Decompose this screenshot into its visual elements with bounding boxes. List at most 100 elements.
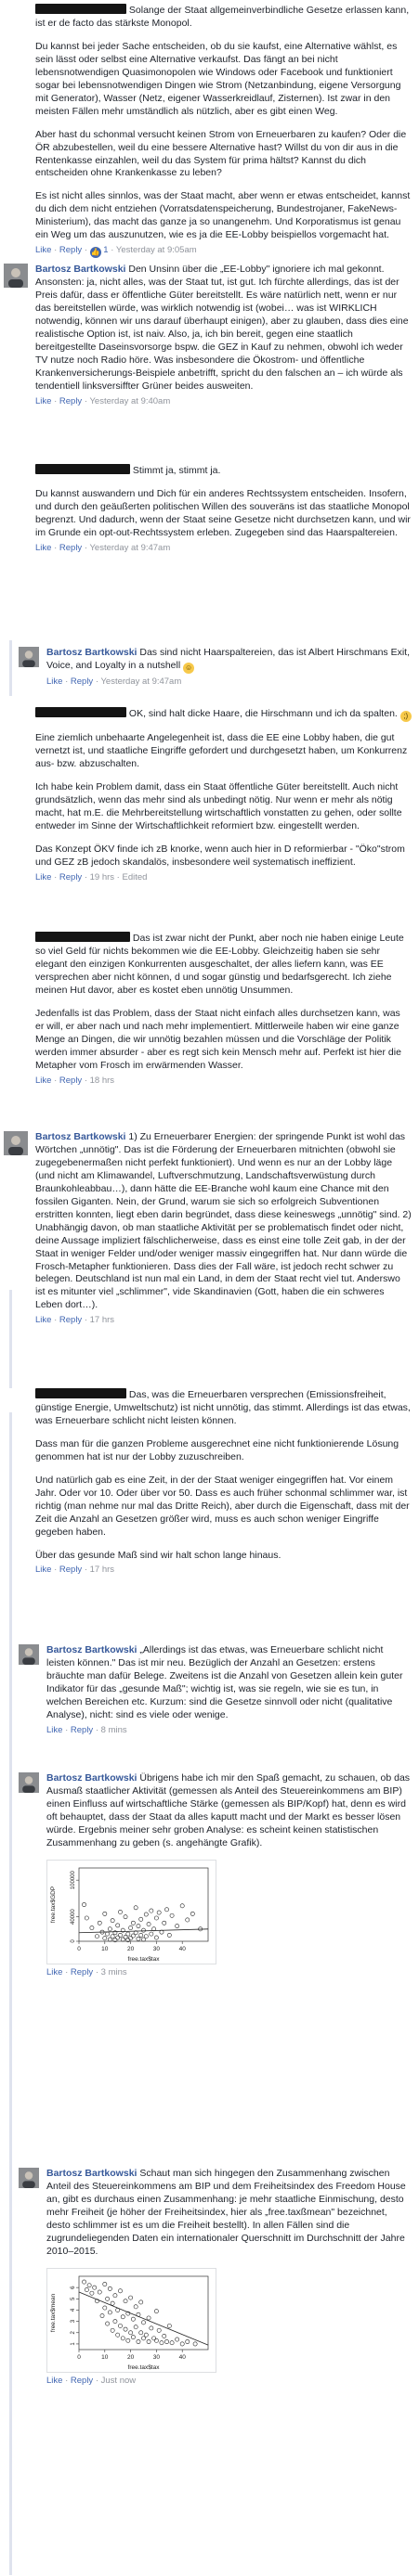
scatter-plot-freedom-vs-tax[interactable]: 0 10 20 30 40 1 2 3 4 5 6 free.tax$tax free.tax$mean <box>46 2267 216 2373</box>
data-point <box>179 2341 185 2346</box>
data-point <box>115 2332 121 2338</box>
author-name[interactable]: Bartosz Bartkowski <box>35 264 125 275</box>
reply-link[interactable]: Reply <box>59 872 82 882</box>
reply-link[interactable]: Reply <box>59 1315 82 1325</box>
trend-line <box>78 2291 209 2346</box>
author-name-redacted[interactable] <box>35 707 126 717</box>
y-tick-label: 6 <box>71 2285 76 2288</box>
like-count-icon[interactable]: 👍 <box>89 247 101 259</box>
y-tick-label: 40000 <box>71 1908 76 1924</box>
data-point <box>123 2326 128 2332</box>
data-point <box>164 2338 169 2344</box>
comment-actions: Like · Reply · Yesterday at 9:40am <box>35 395 171 406</box>
data-point <box>146 2338 151 2344</box>
timestamp[interactable]: Yesterday at 9:05am <box>116 245 197 255</box>
reply-link[interactable]: Reply <box>71 1725 93 1735</box>
comment-paragraph: Ich habe kein Problem damit, dass ein St… <box>35 780 402 831</box>
timestamp[interactable]: Yesterday at 9:47am <box>100 676 181 687</box>
reply-link[interactable]: Reply <box>71 676 93 687</box>
data-point <box>149 2325 154 2330</box>
data-point <box>138 1932 144 1938</box>
reply-link[interactable]: Reply <box>71 1967 93 1977</box>
comment-paragraph: Über das gesunde Maß sind wir halt schon… <box>35 1549 282 1561</box>
like-link[interactable]: Like <box>35 245 51 255</box>
data-point <box>123 2299 128 2303</box>
avatar-bartosz[interactable] <box>19 2168 39 2188</box>
avatar-bartosz[interactable] <box>4 1131 28 1155</box>
timestamp[interactable]: 3 mins <box>101 1967 127 1977</box>
data-point <box>192 2341 198 2346</box>
y-axis-label: free.tax$mean <box>50 2293 57 2332</box>
author-name-redacted[interactable] <box>35 932 130 942</box>
comment-reply: Bartosz Bartkowski Schaut man sich hinge… <box>15 2168 419 2387</box>
y-tick-label: 4 <box>71 2308 76 2312</box>
timestamp[interactable]: 19 hrs <box>90 872 114 882</box>
data-point <box>154 2308 159 2313</box>
comment-paragraph: Du kannst bei jeder Sache entscheiden, o… <box>35 40 401 117</box>
data-point <box>149 1931 154 1937</box>
avatar-bartosz[interactable] <box>4 264 28 288</box>
author-name-redacted[interactable] <box>35 1388 126 1398</box>
data-point <box>110 2300 115 2306</box>
author-name[interactable]: Bartosz Bartkowski <box>46 1644 137 1655</box>
data-point <box>169 2339 175 2345</box>
reply-link[interactable]: Reply <box>59 1565 82 1575</box>
x-tick-label: 0 <box>77 1946 81 1952</box>
like-link[interactable]: Like <box>46 1967 62 1977</box>
reply-link[interactable]: Reply <box>59 396 82 406</box>
data-point <box>166 1932 172 1938</box>
data-point <box>143 1934 149 1938</box>
comment-text: Stimmt ja, stimmt ja. <box>132 465 221 476</box>
comment: Das ist zwar nicht der Punkt, aber noch … <box>0 932 419 1087</box>
timestamp[interactable]: 17 hrs <box>90 1315 114 1325</box>
avatar-redacted[interactable] <box>4 4 28 28</box>
data-point <box>175 1923 180 1928</box>
reply-thread-line <box>9 640 12 696</box>
like-link[interactable]: Like <box>35 396 51 406</box>
like-link[interactable]: Like <box>35 872 51 882</box>
like-link[interactable]: Like <box>46 676 62 687</box>
avatar-bartosz[interactable] <box>19 1772 39 1793</box>
avatar-bartosz[interactable] <box>19 647 39 667</box>
data-point <box>185 2338 190 2344</box>
like-link[interactable]: Like <box>35 1565 51 1575</box>
data-point <box>156 1910 162 1915</box>
comment-actions: Like · Reply · Just now <box>46 2375 137 2386</box>
scatter-plot-gdp-vs-tax[interactable]: 0 10 20 30 40 0 40000 100000 free.tax$tax free.ta… <box>46 1859 216 1964</box>
timestamp[interactable]: Just now <box>101 2376 137 2386</box>
avatar-redacted[interactable] <box>4 707 28 731</box>
reply-link[interactable]: Reply <box>71 2376 93 2386</box>
data-point <box>112 2292 118 2298</box>
like-link[interactable]: Like <box>46 1725 62 1735</box>
reply-link[interactable]: Reply <box>59 245 82 255</box>
data-point <box>146 2315 151 2321</box>
like-link[interactable]: Like <box>35 1075 51 1086</box>
timestamp[interactable]: 17 hrs <box>90 1565 114 1575</box>
author-name[interactable]: Bartosz Bartkowski <box>35 1131 125 1142</box>
author-name[interactable]: Bartosz Bartkowski <box>46 1772 137 1784</box>
timestamp[interactable]: 18 hrs <box>90 1075 114 1086</box>
data-point <box>133 1905 138 1910</box>
avatar-bartosz[interactable] <box>19 1644 39 1665</box>
author-name[interactable]: Bartosz Bartkowski <box>46 647 137 658</box>
edited-label[interactable]: Edited <box>123 872 148 882</box>
avatar-redacted[interactable] <box>4 464 28 488</box>
author-name-redacted[interactable] <box>35 464 130 474</box>
timestamp[interactable]: Yesterday at 9:47am <box>89 543 170 553</box>
like-link[interactable]: Like <box>46 2376 62 2386</box>
reply-link[interactable]: Reply <box>59 543 82 553</box>
avatar-redacted[interactable] <box>4 932 28 956</box>
data-point <box>105 1931 110 1937</box>
data-point <box>120 2314 125 2319</box>
timestamp[interactable]: 8 mins <box>101 1725 127 1735</box>
like-link[interactable]: Like <box>35 543 51 553</box>
avatar-redacted[interactable] <box>4 1388 28 1412</box>
author-name-redacted[interactable] <box>35 4 126 14</box>
like-link[interactable]: Like <box>35 1315 51 1325</box>
data-point <box>118 1909 123 1914</box>
plot-frame <box>78 1867 209 1942</box>
data-point <box>92 2285 98 2290</box>
timestamp[interactable]: Yesterday at 9:40am <box>89 396 170 406</box>
author-name[interactable]: Bartosz Bartkowski <box>46 2168 137 2179</box>
reply-link[interactable]: Reply <box>59 1075 82 1086</box>
